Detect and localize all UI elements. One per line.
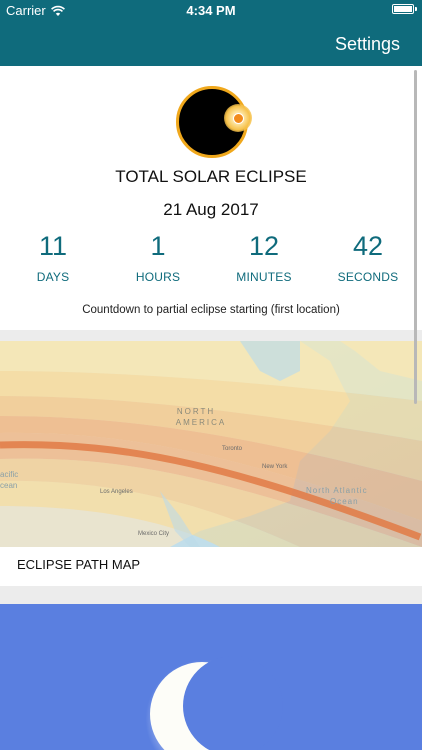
map-label-pacific-1: acific <box>0 470 18 479</box>
countdown-minutes: 12 MINUTES <box>214 229 314 284</box>
countdown-seconds: 42 SECONDS <box>318 229 418 284</box>
status-bar: Carrier 4:34 PM <box>0 0 422 22</box>
countdown-days-value: 11 <box>38 231 68 261</box>
scrollbar[interactable] <box>414 70 417 404</box>
map-label-continent-2: AMERICA <box>176 418 226 427</box>
map-graphic: NORTH AMERICA Toronto New York Los Angel… <box>0 341 422 547</box>
map-caption: ECLIPSE PATH MAP <box>17 557 141 572</box>
eclipse-date: 21 Aug 2017 <box>163 200 259 219</box>
countdown: 11 DAYS 1 HOURS 12 MINUTES 42 SECONDS <box>0 229 422 289</box>
countdown-days: 11 DAYS <box>3 229 103 284</box>
eclipse-icon <box>176 84 256 164</box>
countdown-hours-value: 1 <box>150 231 166 261</box>
countdown-seconds-value: 42 <box>352 231 384 261</box>
top-bar: Carrier 4:34 PM Settings <box>0 0 422 66</box>
map-label-atlantic-2: Ocean <box>330 497 359 506</box>
flare-dot <box>233 113 244 124</box>
eclipse-countdown-card: TOTAL SOLAR ECLIPSE 21 Aug 2017 11 DAYS … <box>0 66 422 330</box>
status-time: 4:34 PM <box>186 3 236 18</box>
countdown-seconds-unit: SECONDS <box>337 270 399 284</box>
map-label-new-york: New York <box>262 464 288 470</box>
map-label-toronto: Toronto <box>222 446 243 452</box>
map-label-continent-1: NORTH <box>177 407 215 416</box>
countdown-minutes-value: 12 <box>248 231 280 261</box>
moon-shadow <box>183 656 283 750</box>
eclipse-path-map[interactable]: NORTH AMERICA Toronto New York Los Angel… <box>0 341 422 547</box>
countdown-hours: 1 HOURS <box>108 229 208 284</box>
moon-phase-card[interactable] <box>0 604 422 750</box>
eclipse-path-map-card[interactable]: NORTH AMERICA Toronto New York Los Angel… <box>0 341 422 586</box>
countdown-hours-unit: HOURS <box>135 270 181 284</box>
map-label-atlantic-1: North Atlantic <box>306 486 368 495</box>
countdown-days-unit: DAYS <box>36 270 70 284</box>
map-label-los-angeles: Los Angeles <box>100 489 133 495</box>
map-label-mexico: Mexico City <box>138 531 169 537</box>
countdown-caption: Countdown to partial eclipse starting (f… <box>82 304 340 316</box>
battery-icon <box>392 4 417 14</box>
map-label-pacific-2: cean <box>0 481 17 490</box>
eclipse-title: TOTAL SOLAR ECLIPSE <box>115 167 307 186</box>
countdown-minutes-unit: MINUTES <box>236 270 292 284</box>
settings-button[interactable]: Settings <box>335 34 400 55</box>
